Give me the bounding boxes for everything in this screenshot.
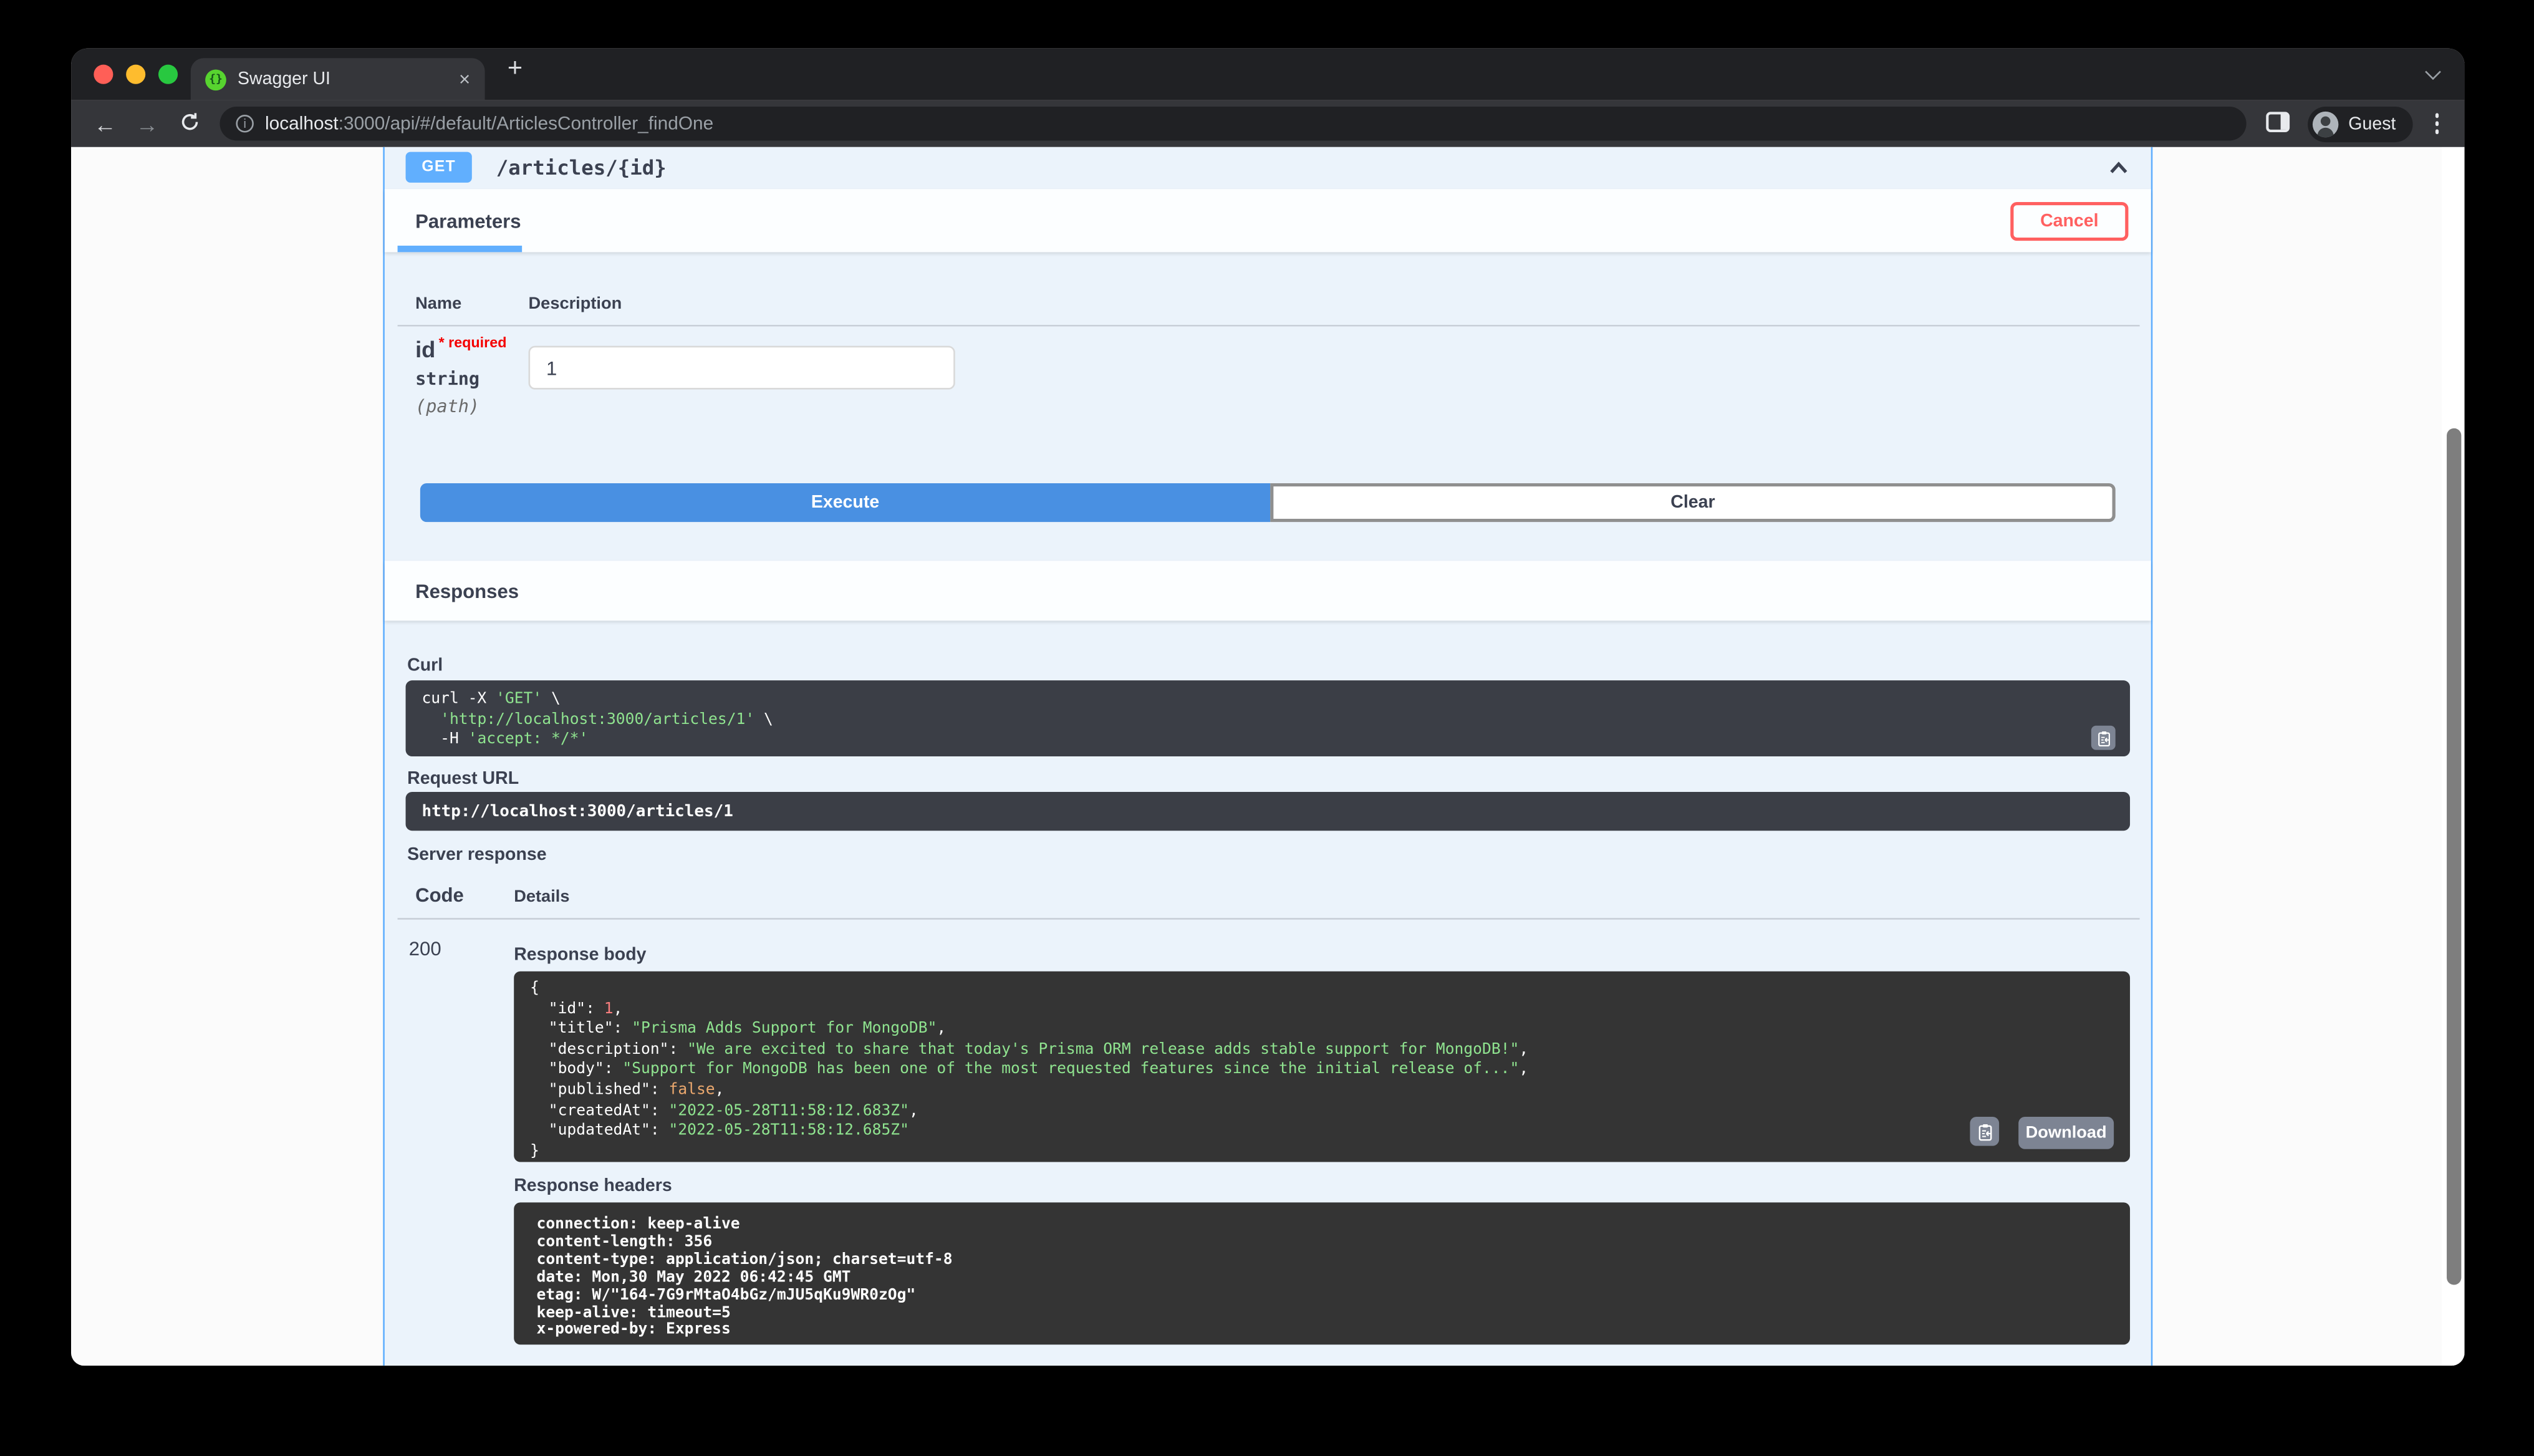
endpoint-path: /articles/{id} bbox=[496, 155, 667, 180]
required-badge: * required bbox=[439, 335, 507, 351]
curl-code-block: curl -X 'GET' \ 'http://localhost:3000/a… bbox=[406, 680, 2130, 756]
tab-search-chevron-icon[interactable] bbox=[2425, 64, 2441, 80]
clipboard-icon bbox=[1976, 1122, 1994, 1140]
forward-button[interactable]: → bbox=[129, 112, 165, 135]
reload-icon bbox=[178, 112, 200, 133]
avatar-icon bbox=[2313, 111, 2338, 137]
chevron-up-icon bbox=[2108, 156, 2130, 178]
tab-close-icon[interactable]: × bbox=[459, 69, 470, 89]
copy-curl-button[interactable] bbox=[2091, 726, 2116, 750]
response-body-block: { "id": 1, "title": "Prisma Adds Support… bbox=[514, 971, 2130, 1162]
collapse-button[interactable] bbox=[2108, 156, 2130, 178]
clipboard-icon bbox=[2095, 730, 2111, 746]
minimize-window-button[interactable] bbox=[126, 65, 145, 84]
code-column-header: Code bbox=[415, 884, 464, 907]
browser-toolbar: ← → i localhost:3000/api/#/default/Artic… bbox=[71, 100, 2465, 147]
description-column-header: Description bbox=[529, 294, 622, 314]
method-badge: GET bbox=[406, 152, 472, 183]
operation-header[interactable]: GET /articles/{id} bbox=[385, 147, 2151, 189]
param-value-input[interactable] bbox=[529, 346, 955, 390]
site-info-icon[interactable]: i bbox=[236, 115, 254, 133]
browser-menu-button[interactable] bbox=[2425, 113, 2449, 133]
zoom-window-button[interactable] bbox=[158, 65, 178, 84]
url-text: localhost:3000/api/#/default/ArticlesCon… bbox=[265, 114, 713, 133]
response-body-label: Response body bbox=[514, 945, 646, 965]
window-controls bbox=[94, 65, 178, 84]
url-host: localhost bbox=[265, 114, 339, 133]
side-panel-button[interactable] bbox=[2260, 112, 2295, 136]
swagger-page: GET /articles/{id} Parameters Cancel Nam… bbox=[71, 147, 2465, 1366]
browser-window: {} Swagger UI × + ← → i localhost:3000/a… bbox=[71, 49, 2465, 1366]
swagger-favicon-icon: {} bbox=[205, 69, 226, 90]
clear-button[interactable]: Clear bbox=[1270, 483, 2116, 522]
profile-chip[interactable]: Guest bbox=[2308, 106, 2412, 142]
new-tab-button[interactable]: + bbox=[508, 55, 523, 84]
url-bar[interactable]: i localhost:3000/api/#/default/ArticlesC… bbox=[219, 107, 2247, 140]
side-panel-icon bbox=[2265, 112, 2290, 133]
response-headers-block: connection: keep-alivecontent-length: 35… bbox=[514, 1202, 2130, 1344]
execute-button[interactable]: Execute bbox=[420, 483, 1270, 522]
response-headers-label: Response headers bbox=[514, 1177, 672, 1196]
back-button[interactable]: ← bbox=[87, 112, 123, 135]
responses-heading: Responses bbox=[415, 579, 519, 602]
copy-response-button[interactable] bbox=[1970, 1117, 1999, 1146]
url-path: :3000/api/#/default/ArticlesController_f… bbox=[339, 114, 713, 133]
scrollbar-track[interactable] bbox=[2442, 147, 2464, 1366]
details-column-header: Details bbox=[514, 887, 569, 907]
param-type: string bbox=[415, 369, 479, 390]
reload-button[interactable] bbox=[171, 112, 207, 136]
server-response-label: Server response bbox=[407, 846, 546, 865]
parameters-tab-row: Parameters Cancel bbox=[385, 189, 2151, 252]
tab-title: Swagger UI bbox=[238, 69, 448, 89]
request-url-label: Request URL bbox=[407, 769, 519, 789]
scrollbar-thumb[interactable] bbox=[2447, 428, 2461, 1285]
cancel-button[interactable]: Cancel bbox=[2010, 201, 2128, 240]
close-window-button[interactable] bbox=[94, 65, 113, 84]
screen: {} Swagger UI × + ← → i localhost:3000/a… bbox=[0, 0, 2534, 1456]
responses-section-header: Responses bbox=[385, 561, 2151, 620]
curl-label: Curl bbox=[407, 656, 443, 675]
profile-label: Guest bbox=[2348, 114, 2396, 133]
browser-tab[interactable]: {} Swagger UI × bbox=[191, 58, 485, 100]
operation-block-get: GET /articles/{id} Parameters Cancel Nam… bbox=[383, 147, 2152, 1366]
table-divider bbox=[398, 325, 2140, 327]
request-url-block: http://localhost:3000/articles/1 bbox=[406, 792, 2130, 831]
browser-tab-strip: {} Swagger UI × + bbox=[71, 49, 2465, 100]
tab-parameters[interactable]: Parameters bbox=[415, 210, 521, 232]
status-code: 200 bbox=[409, 937, 441, 960]
param-name: id* required bbox=[415, 335, 506, 362]
param-location: (path) bbox=[415, 396, 479, 417]
table-divider bbox=[398, 918, 2140, 920]
download-button[interactable]: Download bbox=[2018, 1117, 2114, 1149]
name-column-header: Name bbox=[415, 294, 461, 314]
